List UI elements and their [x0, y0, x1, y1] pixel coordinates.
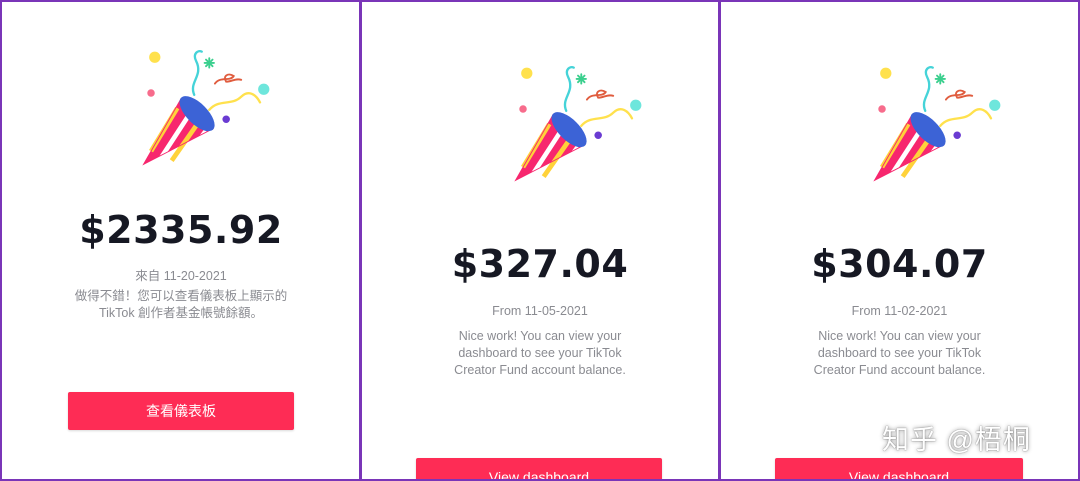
panel-divider	[718, 0, 721, 481]
watermark-text: 知乎 @梧桐	[882, 425, 1031, 455]
panel-divider	[359, 0, 362, 481]
outer-border	[0, 0, 1080, 481]
